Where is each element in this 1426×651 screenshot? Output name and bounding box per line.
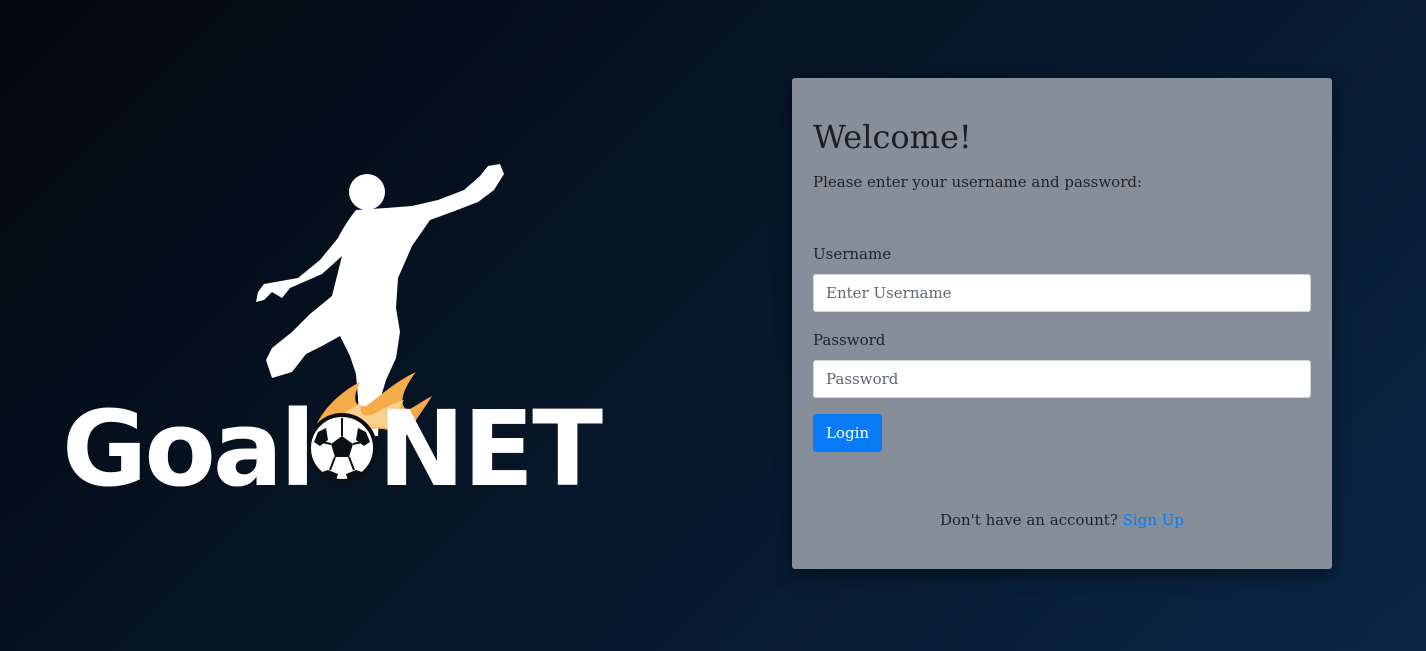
login-button[interactable]: Login: [813, 414, 882, 452]
signup-prompt-text: Don't have an account?: [939, 511, 1118, 529]
soccer-ball-icon: [307, 413, 377, 483]
username-input[interactable]: [813, 274, 1311, 312]
login-instructions: Please enter your username and password:: [813, 173, 1143, 191]
logo-text-net: NET: [378, 388, 603, 490]
password-label: Password: [813, 331, 886, 349]
signup-link[interactable]: Sign Up: [1123, 511, 1184, 529]
welcome-title: Welcome!: [813, 118, 972, 156]
password-input[interactable]: [813, 360, 1311, 398]
logo-text-goal: Goal: [62, 388, 313, 490]
goalnet-logo: Goal NET: [60, 160, 605, 510]
login-card: Welcome! Please enter your username and …: [792, 78, 1332, 569]
username-label: Username: [813, 245, 892, 263]
goalnet-logo-graphic: Goal NET: [62, 164, 605, 510]
signup-prompt: Don't have an account? Sign Up: [792, 511, 1332, 529]
